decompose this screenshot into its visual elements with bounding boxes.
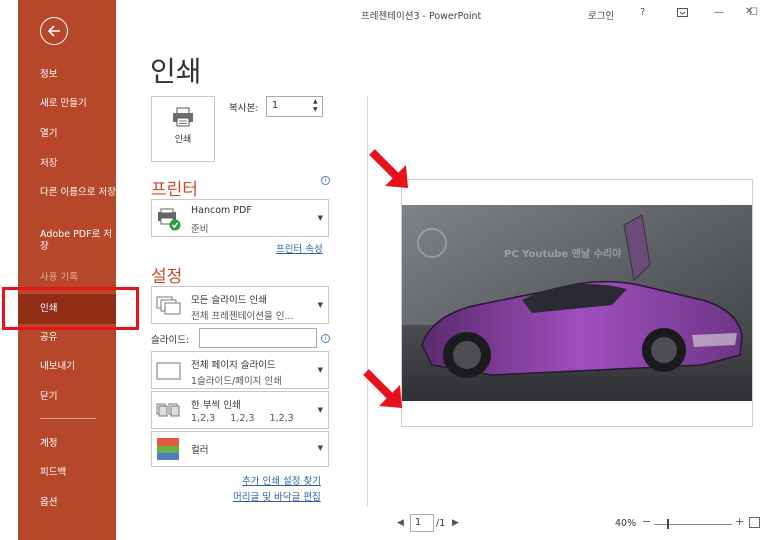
chevron-down-icon: ▼ bbox=[317, 406, 323, 414]
layout-label: 전체 페이지 슬라이드 bbox=[191, 360, 276, 371]
slides-info-icon[interactable]: i bbox=[321, 334, 330, 343]
chevron-down-icon: ▼ bbox=[317, 214, 323, 222]
print-range-dropdown[interactable]: 모든 슬라이드 인쇄 전체 프레젠테이션을 인... ▼ bbox=[151, 286, 329, 324]
sidebar-item-save[interactable]: 저장 bbox=[40, 158, 57, 170]
video-watermark: PC Youtube 맨날 수리야 bbox=[504, 249, 622, 260]
sidebar-item-save-adobe-pdf[interactable]: Adobe PDF로 저장 bbox=[40, 229, 118, 253]
sidebar-item-options[interactable]: 옵션 bbox=[40, 497, 57, 509]
page-total: /1 bbox=[436, 518, 446, 529]
more-print-settings-link[interactable]: 추가 인쇄 설정 찾기 bbox=[242, 473, 321, 487]
chevron-down-icon: ▼ bbox=[317, 444, 323, 452]
sidebar-item-share[interactable]: 공유 bbox=[40, 332, 57, 344]
print-highlight-box bbox=[2, 287, 139, 330]
sidebar-item-history[interactable]: 사용 기록 bbox=[40, 272, 78, 284]
collate-desc: 1,2,3 1,2,3 1,2,3 bbox=[191, 413, 294, 424]
window-title: 프레젠테이션3 - PowerPoint bbox=[361, 11, 482, 22]
title-bar: 프레젠테이션3 - PowerPoint 로그인 ? — ☐ bbox=[116, 0, 769, 26]
next-page-icon[interactable]: ▶ bbox=[452, 518, 459, 528]
zoom-out-icon[interactable]: − bbox=[642, 515, 651, 528]
close-icon[interactable]: ✕ bbox=[745, 6, 753, 17]
copies-spinner[interactable]: ▲ ▼ bbox=[313, 98, 318, 114]
zoom-slider-thumb[interactable] bbox=[667, 519, 669, 529]
print-preview-page: PC Youtube 맨날 수리야 bbox=[401, 179, 753, 427]
red-arrow-icon bbox=[363, 369, 402, 408]
full-page-slide-icon bbox=[156, 362, 181, 380]
ribbon-display-icon[interactable] bbox=[677, 7, 688, 21]
layout-desc: 1슬라이드/페이지 인쇄 bbox=[191, 376, 282, 387]
sidebar-divider bbox=[40, 418, 96, 419]
page-number-input[interactable]: 1 bbox=[410, 514, 434, 532]
help-icon[interactable]: ? bbox=[640, 7, 645, 18]
printer-icon bbox=[173, 107, 193, 127]
printer-properties-link[interactable]: 프린터 속성 bbox=[276, 241, 323, 255]
sidebar-item-feedback[interactable]: 피드백 bbox=[40, 467, 66, 479]
all-slides-icon bbox=[156, 296, 181, 315]
sidebar-item-open[interactable]: 열기 bbox=[40, 128, 57, 140]
fit-to-window-icon[interactable] bbox=[749, 517, 760, 528]
previous-page-icon[interactable]: ◀ bbox=[397, 518, 404, 528]
sidebar-item-new[interactable]: 새로 만들기 bbox=[40, 98, 87, 110]
back-arrow-icon[interactable] bbox=[40, 17, 68, 45]
print-range-desc: 전체 프레젠테이션을 인... bbox=[191, 311, 294, 322]
layout-dropdown[interactable]: 전체 페이지 슬라이드 1슬라이드/페이지 인쇄 ▼ bbox=[151, 351, 329, 389]
sidebar-item-info[interactable]: 정보 bbox=[40, 69, 57, 81]
zoom-level[interactable]: 40% bbox=[615, 518, 636, 529]
slides-label: 슬라이드: bbox=[151, 335, 190, 346]
sidebar-item-export[interactable]: 내보내기 bbox=[40, 361, 75, 373]
chevron-down-icon: ▼ bbox=[317, 301, 323, 309]
sidebar-item-account[interactable]: 계정 bbox=[40, 438, 57, 450]
print-button[interactable]: 인쇄 bbox=[151, 96, 215, 162]
header-footer-link[interactable]: 머리글 및 바닥글 편집 bbox=[233, 489, 321, 503]
printer-status: 준비 bbox=[191, 224, 209, 235]
copies-label: 복사본: bbox=[229, 103, 259, 114]
slide-car-image: PC Youtube 맨날 수리야 bbox=[402, 205, 752, 401]
printer-info-icon[interactable]: i bbox=[321, 176, 330, 185]
backstage-sidebar: 정보 새로 만들기 열기 저장 다른 이름으로 저장 Adobe PDF로 저장… bbox=[18, 0, 116, 540]
signin-link[interactable]: 로그인 bbox=[588, 8, 614, 22]
zoom-slider[interactable] bbox=[654, 524, 732, 525]
sidebar-item-close[interactable]: 닫기 bbox=[40, 391, 57, 403]
color-swatch-icon bbox=[157, 438, 179, 460]
collate-icon bbox=[156, 403, 180, 417]
sidebar-item-save-as[interactable]: 다른 이름으로 저장 bbox=[40, 187, 118, 199]
printer-name: Hancom PDF bbox=[191, 205, 252, 216]
collate-dropdown[interactable]: 한 부씩 인쇄 1,2,3 1,2,3 1,2,3 ▼ bbox=[151, 391, 329, 429]
printer-heading: 프린터 bbox=[151, 180, 198, 200]
minimize-icon[interactable]: — bbox=[714, 7, 724, 18]
print-button-label: 인쇄 bbox=[174, 135, 192, 145]
collate-label: 한 부씩 인쇄 bbox=[191, 400, 241, 411]
chevron-down-icon: ▼ bbox=[317, 366, 323, 374]
zoom-in-icon[interactable]: + bbox=[735, 515, 744, 528]
printer-ready-icon bbox=[158, 208, 181, 231]
page-title: 인쇄 bbox=[150, 55, 202, 88]
print-range-label: 모든 슬라이드 인쇄 bbox=[191, 295, 267, 306]
settings-heading: 설정 bbox=[151, 267, 183, 287]
slides-input[interactable] bbox=[199, 328, 317, 348]
printer-dropdown[interactable]: Hancom PDF 준비 ▼ bbox=[151, 199, 329, 237]
color-label: 컬러 bbox=[191, 445, 209, 456]
red-arrow-icon bbox=[369, 149, 408, 188]
color-dropdown[interactable]: 컬러 ▼ bbox=[151, 431, 329, 467]
